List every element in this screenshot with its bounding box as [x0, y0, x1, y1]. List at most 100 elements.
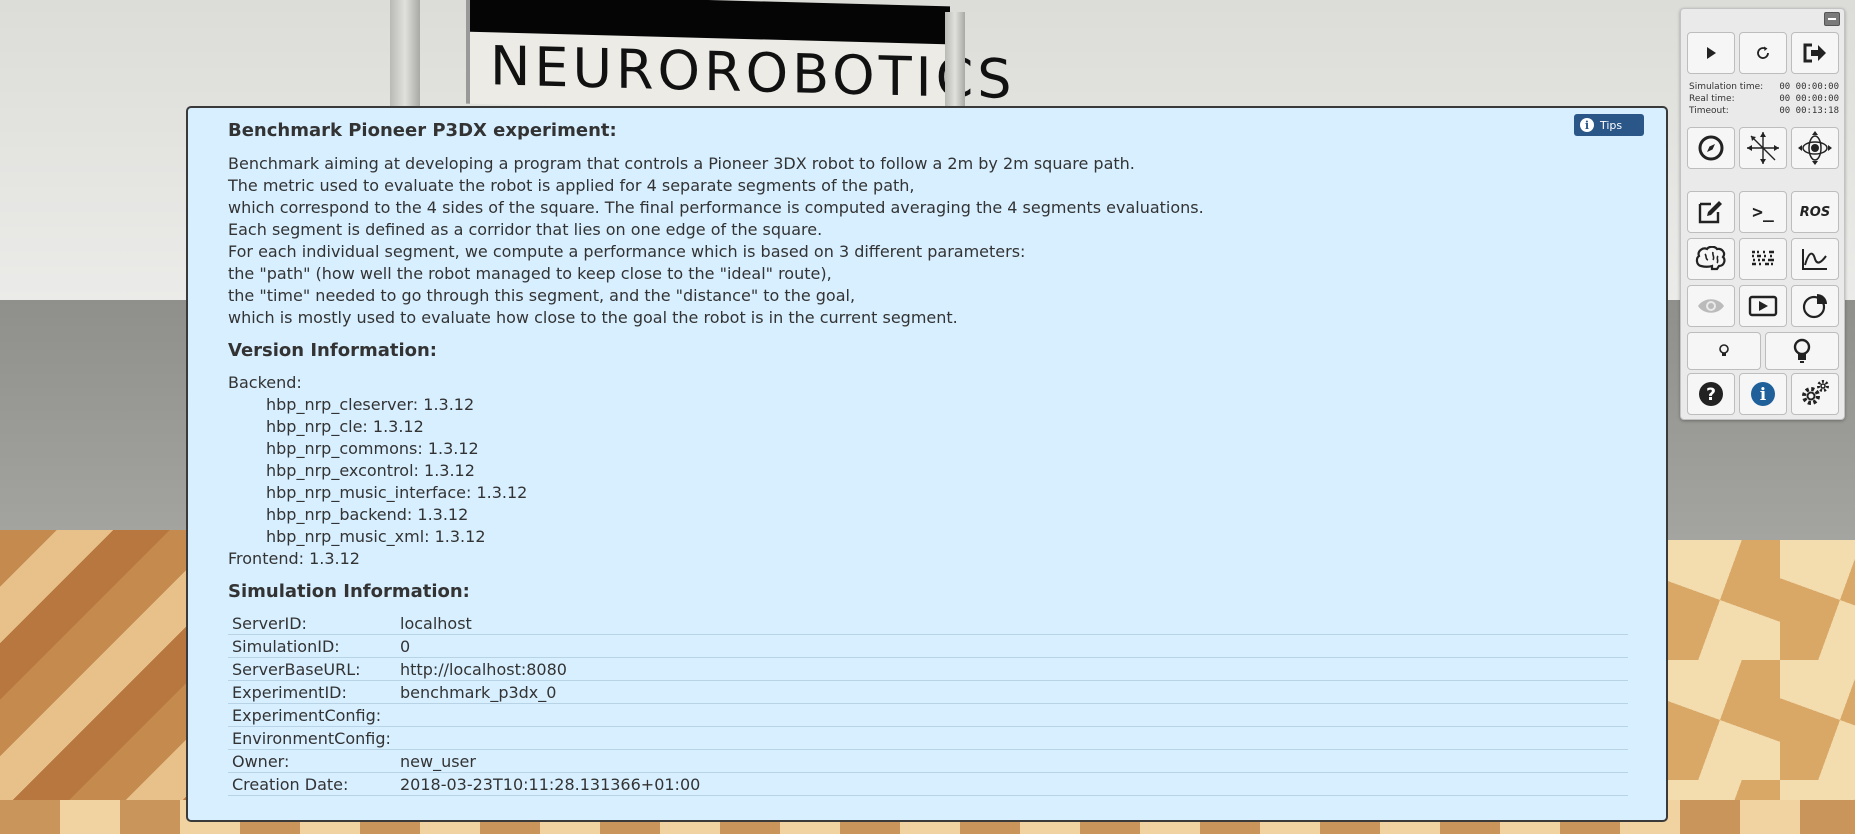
backend-package: hbp_nrp_music_interface: 1.3.12: [266, 483, 528, 502]
sim-key: SimulationID:: [228, 634, 396, 658]
backend-package: hbp_nrp_commons: 1.3.12: [266, 439, 479, 458]
sim-value: [396, 726, 1628, 750]
simulation-heading: Simulation Information:: [228, 581, 470, 602]
minus-icon: [1828, 18, 1836, 20]
increase-light-button[interactable]: [1765, 332, 1839, 370]
description-line: Each segment is defined as a corridor th…: [228, 220, 823, 239]
description-line: The metric used to evaluate the robot is…: [228, 176, 915, 195]
simulation-info-table: ServerID: localhost SimulationID: 0 Serv…: [228, 612, 1628, 796]
brain-icon: [1695, 246, 1726, 271]
navigation-mode-button[interactable]: [1687, 127, 1735, 169]
sim-value: 0: [396, 634, 1628, 658]
backend-package: hbp_nrp_excontrol: 1.3.12: [266, 461, 475, 480]
performance-monitor-button[interactable]: [1791, 285, 1839, 327]
table-row: ExperimentConfig:: [228, 703, 1628, 727]
sim-value: [396, 703, 1628, 727]
pie-icon: [1802, 294, 1827, 319]
sim-value: new_user: [396, 749, 1628, 773]
description-line: Benchmark aiming at developing a program…: [228, 154, 1135, 173]
sim-key: ExperimentID:: [228, 680, 396, 704]
backend-package: hbp_nrp_cle: 1.3.12: [266, 417, 424, 436]
info-button[interactable]: i: [1739, 373, 1787, 415]
compass-icon: [1698, 135, 1724, 161]
sim-key: EnvironmentConfig:: [228, 726, 396, 750]
move-arrows-icon: [1747, 132, 1779, 164]
backend-package: hbp_nrp_cleserver: 1.3.12: [266, 395, 475, 414]
backend-package: hbp_nrp_backend: 1.3.12: [266, 505, 469, 524]
sim-value: localhost: [396, 612, 1628, 635]
ros-button[interactable]: ROS: [1791, 191, 1839, 233]
description-line: the "time" needed to go through this seg…: [228, 286, 856, 305]
experiment-info-panel: i Tips Benchmark Pioneer P3DX experiment…: [186, 106, 1668, 822]
version-heading: Version Information:: [228, 340, 438, 361]
experiment-title: Benchmark Pioneer P3DX experiment:: [228, 120, 617, 141]
settings-icon: [1802, 380, 1829, 405]
experiment-description: Benchmark aiming at developing a program…: [228, 153, 1626, 329]
table-row: EnvironmentConfig:: [228, 726, 1628, 750]
joint-plot-button[interactable]: [1791, 238, 1839, 280]
table-row: Creation Date: 2018-03-23T10:11:28.13136…: [228, 772, 1628, 796]
video-player-button[interactable]: [1739, 285, 1787, 327]
line-chart-icon: [1802, 249, 1827, 270]
object-move-button[interactable]: [1739, 127, 1787, 169]
ros-icon: ROS: [1799, 204, 1831, 220]
play-icon: [1707, 47, 1716, 59]
reset-button[interactable]: [1739, 32, 1787, 74]
editor-button[interactable]: [1687, 191, 1735, 233]
collapse-toolbar-button[interactable]: [1824, 12, 1840, 26]
description-line: which is mostly used to evaluate how clo…: [228, 308, 958, 327]
sim-value: http://localhost:8080: [396, 657, 1628, 681]
edit-icon: [1698, 201, 1722, 224]
help-button[interactable]: ?: [1687, 373, 1735, 415]
sim-value: 2018-03-23T10:11:28.131366+01:00: [396, 772, 1628, 796]
table-row: ServerID: localhost: [228, 612, 1628, 635]
time-display: Simulation time: 00 00:00:00 Real time: 00…: [1689, 81, 1839, 117]
sign-post-left: [390, 0, 420, 110]
info-icon: i: [1751, 382, 1775, 406]
spike-monitor-button[interactable]: [1739, 238, 1787, 280]
neurorobotics-sign: NEUROROBOTICS: [466, 0, 1016, 117]
brain-visualizer-button[interactable]: [1687, 238, 1735, 280]
table-row: Owner: new_user: [228, 749, 1628, 773]
settings-button[interactable]: [1791, 373, 1839, 415]
exit-button[interactable]: [1791, 32, 1839, 74]
sign-post-right: [945, 12, 965, 112]
exit-icon: [1803, 43, 1826, 63]
reset-icon: [1757, 46, 1769, 59]
description-line: the "path" (how well the robot managed t…: [228, 264, 832, 283]
simulation-time-value: 00 00:00:00: [1779, 82, 1839, 92]
scene-floor-right: [1660, 540, 1855, 834]
table-row: ServerBaseURL: http://localhost:8080: [228, 657, 1628, 681]
svg-text:i: i: [1760, 385, 1767, 405]
simulation-toolbar: Simulation time: 00 00:00:00 Real time: 00…: [1680, 8, 1845, 420]
backend-label: Backend:: [228, 373, 302, 392]
description-line: which correspond to the 4 sides of the s…: [228, 198, 1204, 217]
camera-view-button[interactable]: [1687, 285, 1735, 327]
backend-package: hbp_nrp_music_xml: 1.3.12: [266, 527, 486, 546]
real-time-label: Real time:: [1689, 94, 1735, 104]
sim-key: Owner:: [228, 749, 396, 773]
table-row: ExperimentID: benchmark_p3dx_0: [228, 680, 1628, 704]
video-icon: [1748, 295, 1778, 317]
timeout-label: Timeout:: [1689, 106, 1729, 116]
terminal-button[interactable]: >_: [1739, 191, 1787, 233]
version-info: Backend: hbp_nrp_cleserver: 1.3.12 hbp_n…: [228, 372, 1626, 570]
sim-key: ServerBaseURL:: [228, 657, 396, 681]
scene-floor-left: [0, 530, 190, 834]
real-time-value: 00 00:00:00: [1779, 94, 1839, 104]
spike-train-icon: [1752, 250, 1774, 266]
terminal-icon: >_: [1752, 201, 1774, 223]
sim-key: ExperimentConfig:: [228, 703, 396, 727]
decrease-light-button[interactable]: [1687, 332, 1761, 370]
eye-icon: [1698, 299, 1724, 313]
help-icon: ?: [1699, 382, 1723, 406]
play-button[interactable]: [1687, 32, 1735, 74]
orbit-icon: [1798, 131, 1832, 165]
light-bulb-large-icon: [1793, 338, 1811, 363]
description-line: For each individual segment, we compute …: [228, 242, 1026, 261]
robot-orbit-button[interactable]: [1791, 127, 1839, 169]
table-row: SimulationID: 0: [228, 634, 1628, 658]
light-bulb-small-icon: [1719, 344, 1729, 356]
svg-text:?: ?: [1706, 385, 1716, 405]
sim-value: benchmark_p3dx_0: [396, 680, 1628, 704]
